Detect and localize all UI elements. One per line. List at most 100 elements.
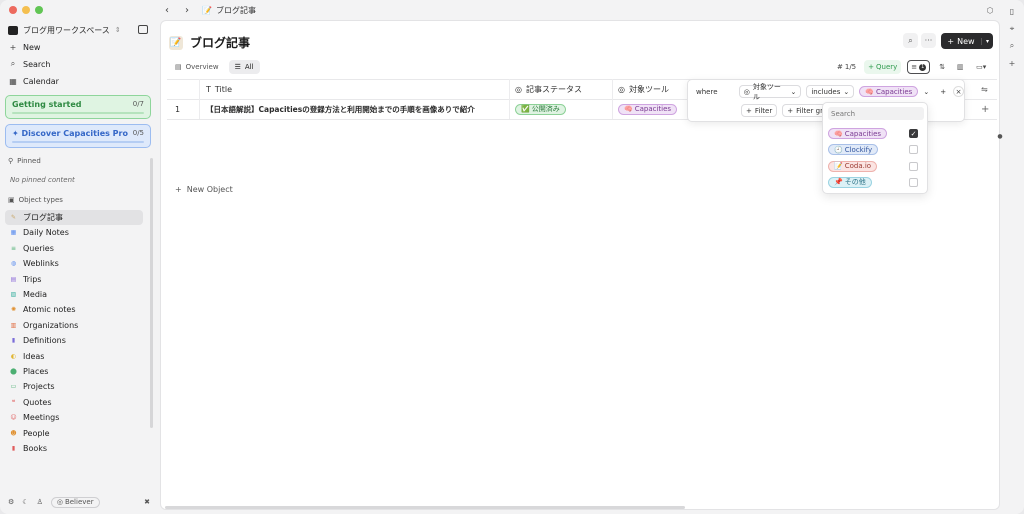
sidebar-type-label: Organizations <box>23 320 79 330</box>
sidebar-type-item[interactable]: ✎ ブログ記事 <box>5 210 143 225</box>
header-status[interactable]: ◎ 記事ステータス <box>510 79 613 99</box>
chevron-down-icon: ⌄ <box>843 87 850 96</box>
filter-value-chip[interactable]: 🧠 Capacities <box>859 86 919 97</box>
discover-pro-count: 0/5 <box>132 129 144 137</box>
plan-badge[interactable]: ◎ Believer <box>50 496 100 508</box>
sidebar-type-label: Quotes <box>23 397 52 407</box>
chevron-down-icon[interactable]: ▾ <box>981 37 993 45</box>
badge-icon: ◎ <box>56 498 63 506</box>
row-title[interactable]: 【日本語解説】Capacitiesの登録方法と利用開始までの手順を画像ありで紹介 <box>200 99 510 119</box>
dropdown-option[interactable]: 🕘 Clockify <box>828 142 924 157</box>
sort-icon[interactable]: ⇅ <box>936 60 948 74</box>
sidebar-type-item[interactable]: ▥ Organizations <box>5 318 143 333</box>
sidebar-type-item[interactable]: ◍ Weblinks <box>5 256 143 271</box>
tools-icon[interactable]: ✖ <box>144 498 150 506</box>
sidebar-type-item[interactable]: ▤ Trips <box>5 272 143 287</box>
people-icon: ☺ <box>10 414 17 422</box>
getting-started-card[interactable]: Getting started 0/7 <box>5 95 151 119</box>
breadcrumb[interactable]: 📝 ブログ記事 <box>202 5 256 16</box>
sidebar-footer: ⚙ ☾ ♙ ◎ Believer ✖ <box>8 496 150 508</box>
result-count: # 1/5 <box>837 60 856 74</box>
sidebar-type-label: Books <box>23 444 48 453</box>
dropdown-option[interactable]: 🧠 Capacities ✓ <box>828 126 924 141</box>
checkbox[interactable] <box>909 145 918 155</box>
close-icon[interactable]: × <box>953 86 964 97</box>
layout-icon: ▤ <box>175 63 182 71</box>
tab-all[interactable]: ☰ All <box>228 60 260 74</box>
row-tool[interactable]: 🧠 Capacities <box>613 99 689 119</box>
sidebar-type-label: Definitions <box>23 336 66 346</box>
sidebar-type-item[interactable]: ☺ Meetings <box>5 410 143 425</box>
moon-icon[interactable]: ☾ <box>22 498 28 506</box>
option-icon: 🧠 <box>834 129 843 138</box>
horizontal-scrollbar[interactable] <box>165 506 685 509</box>
new-button[interactable]: + New <box>8 40 41 54</box>
new-object-button[interactable]: + New ▾ <box>941 33 993 49</box>
page-title[interactable]: ブログ記事 <box>190 34 250 51</box>
sidebar-type-item[interactable]: ✺ Atomic notes <box>5 302 143 317</box>
sidebar-type-item[interactable]: ▭ Projects <box>5 379 143 394</box>
add-column-icon[interactable]: + <box>981 99 995 119</box>
settings-icon[interactable]: ⚙ <box>8 498 14 506</box>
sync-icon[interactable]: ⬡ <box>984 4 996 16</box>
sidebar-type-item[interactable]: ☻ People <box>5 426 143 441</box>
minimize-window-button[interactable] <box>22 6 30 14</box>
person-icon[interactable]: ♙ <box>37 498 43 506</box>
sidebar-type-item[interactable]: ▦ Daily Notes <box>5 225 143 240</box>
checkbox[interactable] <box>909 177 918 187</box>
sidebar-type-item[interactable]: ◐ Ideas <box>5 349 143 364</box>
checkbox[interactable] <box>909 161 918 171</box>
add-rule-icon[interactable]: + <box>940 88 946 96</box>
plus-icon[interactable]: + <box>1006 57 1018 69</box>
discover-pro-card[interactable]: ✦ Discover Capacities Pro 0/5 <box>5 124 151 148</box>
tab-overview[interactable]: ▤ Overview <box>169 60 225 74</box>
forward-button[interactable]: › <box>180 3 194 17</box>
dropdown-search-input[interactable] <box>828 107 924 120</box>
tab-overview-label: Overview <box>185 63 219 71</box>
chevron-down-icon[interactable]: ⌄ <box>923 88 929 96</box>
workspace-switcher[interactable]: ブログ用ワークスペース ⇕ <box>8 22 150 38</box>
search-button[interactable]: ⌕ Search <box>8 57 51 71</box>
more-icon[interactable]: ··· <box>921 33 936 48</box>
columns-icon[interactable]: ▥ <box>954 60 966 74</box>
chevron-updown-icon: ⇕ <box>114 26 121 34</box>
option-icon: 📌 <box>834 178 843 187</box>
tag-icon[interactable]: ⌖ <box>1006 23 1018 35</box>
sidebar-type-item[interactable]: ⬤ Places <box>5 364 143 379</box>
search-icon[interactable]: ⌕ <box>903 33 918 48</box>
sidebar-toggle-icon[interactable] <box>138 25 148 34</box>
header-title[interactable]: T Title <box>200 79 510 99</box>
row-status[interactable]: ✅ 公開済み <box>510 99 613 119</box>
search-icon[interactable]: ⌕ <box>1006 40 1018 52</box>
view-options-icon[interactable]: ▭▾ <box>972 60 990 74</box>
pinned-heading: ⚲ Pinned <box>8 157 41 165</box>
sidebar-type-item[interactable]: ▮ Definitions <box>5 333 143 348</box>
back-button[interactable]: ‹ <box>160 3 174 17</box>
new-object-row[interactable]: + New Object <box>175 185 233 194</box>
sidebar-type-item[interactable]: ▮ Books <box>5 441 143 456</box>
new-object-main[interactable]: + New <box>941 37 981 46</box>
calendar-button[interactable]: ▦ Calendar <box>8 74 59 88</box>
sidebar-type-item[interactable]: ≡ Queries <box>5 241 143 256</box>
top-bar: ‹ › 📝 ブログ記事 ⬡ <box>160 0 998 20</box>
filter-property-select[interactable]: ◎ 対象ツール ⌄ <box>738 83 802 101</box>
filter-value-label: Capacities <box>875 87 913 96</box>
column-settings-icon[interactable]: ⇋ <box>981 79 995 99</box>
option-label: Capacities <box>844 129 882 138</box>
panel-icon[interactable]: ▯ <box>1006 5 1018 17</box>
search-icon: ⌕ <box>10 59 16 68</box>
header-tool[interactable]: ◎ 対象ツール <box>613 79 689 99</box>
sidebar-type-item[interactable]: ▨ Media <box>5 287 143 302</box>
close-window-button[interactable] <box>9 6 17 14</box>
dropdown-option[interactable]: 📌 その他 <box>828 175 924 190</box>
add-filter-button[interactable]: + Filter <box>741 104 778 117</box>
sidebar-scrollbar[interactable] <box>150 158 153 428</box>
calendar-icon: ▦ <box>9 76 17 86</box>
checkbox[interactable]: ✓ <box>909 129 918 138</box>
query-button[interactable]: + Query <box>864 60 902 74</box>
filter-button[interactable]: ≡ 1 <box>907 60 931 74</box>
sidebar-type-item[interactable]: ❝ Quotes <box>5 395 143 410</box>
filter-operator-select[interactable]: includes ⌄ <box>806 85 855 98</box>
dropdown-option[interactable]: 📝 Coda.io <box>828 159 924 174</box>
zoom-window-button[interactable] <box>35 6 43 14</box>
